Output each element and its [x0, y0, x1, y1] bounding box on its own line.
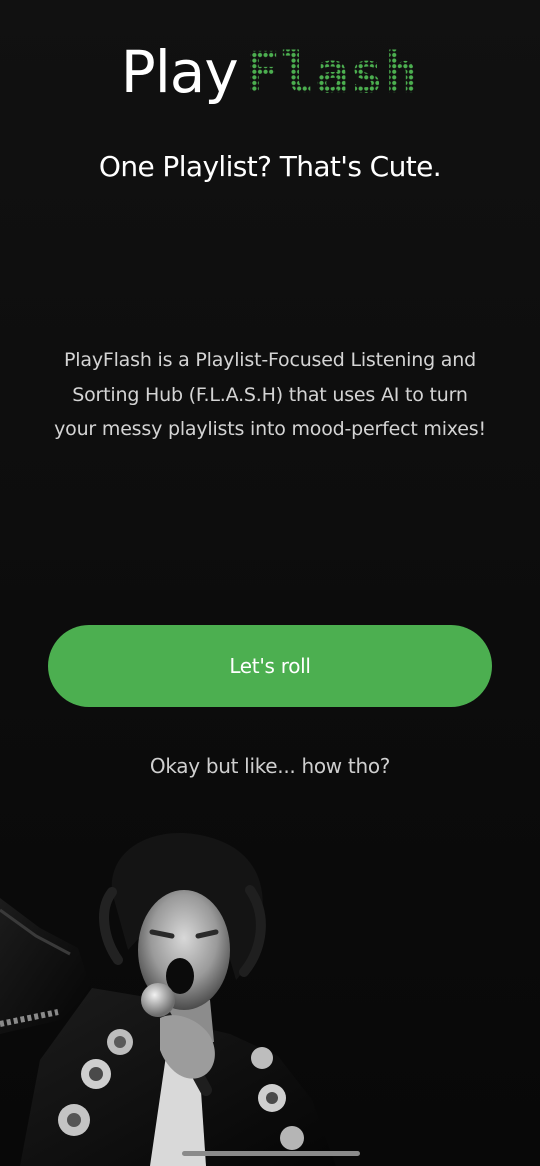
home-indicator[interactable] [182, 1151, 360, 1156]
logo-play-text: Play [120, 38, 239, 106]
app-description: PlayFlash is a Playlist-Focused Listenin… [54, 349, 486, 440]
app-logo: Play Flash [0, 38, 540, 110]
how-it-works-link[interactable]: Okay but like... how tho? [0, 754, 540, 778]
logo-flash-text: Flash [245, 41, 420, 106]
tagline: One Playlist? That's Cute. [98, 150, 442, 183]
performer-with-microphone-photo [0, 833, 336, 1166]
welcome-screen: Play Flash One Playlist? That's Cute. Pla… [0, 0, 540, 1166]
lets-roll-button[interactable]: Let's roll [48, 625, 492, 707]
